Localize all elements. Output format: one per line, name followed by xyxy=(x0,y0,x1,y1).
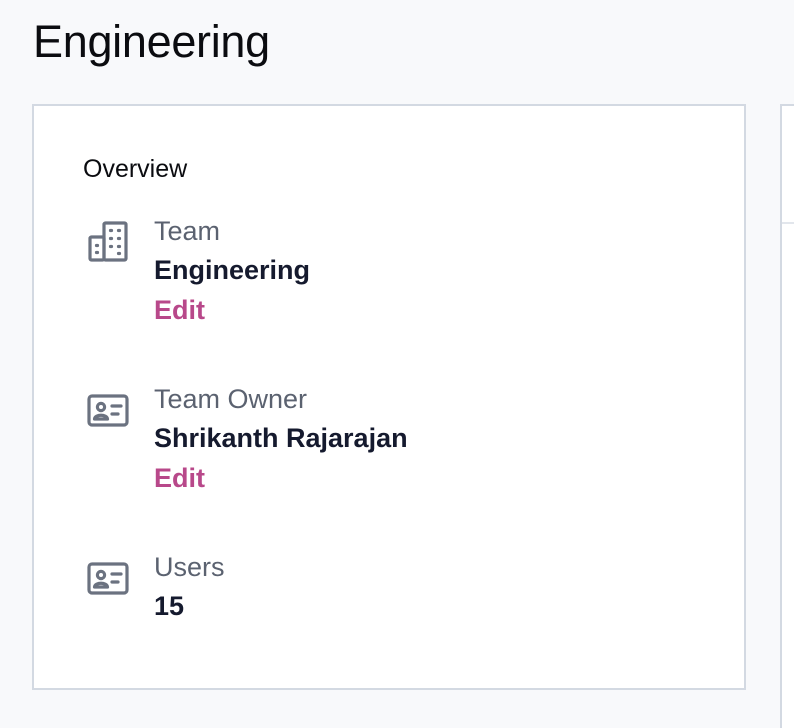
users-label: Users xyxy=(154,552,225,582)
team-owner-value: Shrikanth Rajarajan xyxy=(154,423,408,453)
users-count: 15 xyxy=(154,591,185,621)
building-icon xyxy=(86,220,130,264)
id-card-icon xyxy=(86,388,130,432)
team-value: Engineering xyxy=(154,255,311,285)
overview-card: Overview Team Engineering Edit Team Owne… xyxy=(32,104,746,690)
edit-team-link[interactable]: Edit xyxy=(154,293,205,327)
id-card-icon xyxy=(86,556,130,600)
page-title: Engineering xyxy=(33,16,270,67)
overview-heading: Overview xyxy=(83,155,188,183)
team-label: Team xyxy=(154,216,221,246)
team-owner-label: Team Owner xyxy=(154,384,308,414)
edit-team-owner-link[interactable]: Edit xyxy=(154,461,205,495)
side-panel-divider xyxy=(782,222,794,224)
side-panel xyxy=(780,104,794,728)
